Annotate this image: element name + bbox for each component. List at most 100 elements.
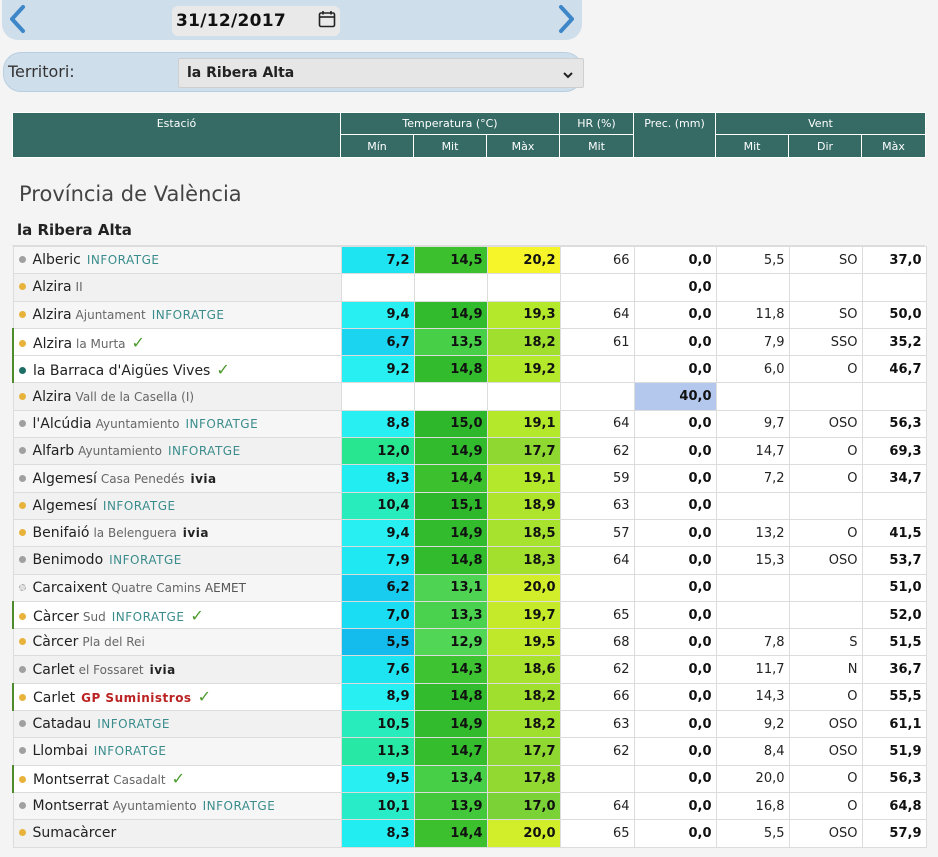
temp-max-cell: 18,2 bbox=[486, 710, 561, 739]
wind-max-cell: 69,3 bbox=[861, 437, 927, 466]
station-cell[interactable]: Carlet el Fossaret ivia bbox=[12, 655, 342, 684]
station-location: el Fossaret bbox=[78, 662, 144, 677]
table-row[interactable]: Benimodo INFORATGE 7,9 14,8 18,3 64 0,0 15,3 OSO… bbox=[12, 546, 927, 575]
table-row[interactable]: Alzira II 0,0 bbox=[12, 273, 927, 302]
calendar-icon[interactable] bbox=[318, 10, 336, 28]
station-cell[interactable]: Algemesí Casa Penedés ivia bbox=[12, 464, 342, 493]
station-cell[interactable]: Càrcer Pla del Rei bbox=[12, 628, 342, 657]
hr-cell: 65 bbox=[559, 819, 635, 848]
table-row[interactable]: Alzira Vall de la Casella (I) 40,0 bbox=[12, 382, 927, 411]
station-network-logo: INFORATGE bbox=[185, 416, 259, 431]
table-row[interactable]: Llombai INFORATGE 11,3 14,7 17,7 62 0,0 8,4 OSO 5… bbox=[12, 737, 927, 766]
precipitation-cell: 40,0 bbox=[633, 382, 717, 411]
table-row[interactable]: Carlet GP Suministros ✓ 8,9 14,8 18,2 66 0,0 14,… bbox=[12, 682, 927, 712]
table-row[interactable]: l'Alcúdia Ayuntamiento INFORATGE 8,8 15,0 19,… bbox=[12, 409, 927, 439]
station-cell[interactable]: Sumacàrcer bbox=[12, 819, 342, 848]
station-name: Carlet bbox=[32, 661, 75, 678]
station-cell[interactable]: Alzira Ajuntament INFORATGE bbox=[12, 300, 342, 329]
precipitation-cell: 0,0 bbox=[633, 355, 717, 384]
table-row[interactable]: Algemesí INFORATGE 10,4 15,1 18,9 63 0,0 bbox=[12, 491, 927, 520]
temp-mit-cell: 14,9 bbox=[413, 710, 488, 739]
temp-min-cell: 7,0 bbox=[340, 600, 415, 630]
date-input[interactable]: 31/12/2017 bbox=[172, 6, 340, 36]
temp-min-cell: 9,2 bbox=[340, 355, 415, 384]
header-wind-mit[interactable]: Mit bbox=[715, 134, 790, 158]
station-cell[interactable]: Carlet GP Suministros ✓ bbox=[12, 682, 342, 712]
station-cell[interactable]: Catadau INFORATGE bbox=[12, 710, 342, 739]
temp-max-cell bbox=[486, 382, 561, 411]
wind-mit-cell: 13,2 bbox=[715, 518, 790, 548]
territory-label: Territori: bbox=[8, 62, 75, 81]
table-row[interactable]: Sumacàrcer 8,3 14,4 20,0 65 0,0 5,5 OSO 57,9 bbox=[12, 819, 927, 848]
station-cell[interactable]: la Barraca d'Aigües Vives ✓ bbox=[12, 355, 342, 384]
header-precipitation[interactable]: Prec. (mm) bbox=[633, 112, 717, 158]
station-cell[interactable]: Alzira II bbox=[12, 273, 342, 302]
station-cell[interactable]: Carcaixent Quatre Camins AEMET bbox=[12, 573, 342, 602]
data-table-header: Estació Temperatura (°C) HR (%) Prec. (m… bbox=[12, 112, 927, 158]
header-temp-max[interactable]: Màx bbox=[485, 134, 561, 158]
station-cell[interactable]: l'Alcúdia Ayuntamiento INFORATGE bbox=[12, 409, 342, 439]
station-cell[interactable]: Alberic INFORATGE bbox=[12, 245, 342, 275]
precipitation-cell: 0,0 bbox=[633, 327, 717, 357]
station-cell[interactable]: Montserrat Casadalt ✓ bbox=[12, 764, 342, 793]
table-row[interactable]: Carlet el Fossaret ivia 7,6 14,3 18,6 62 0,0 11,… bbox=[12, 655, 927, 684]
header-temperature: Temperatura (°C) bbox=[339, 112, 561, 135]
wind-dir-cell: O bbox=[788, 355, 863, 384]
wind-dir-cell: OSO bbox=[788, 819, 863, 848]
table-row[interactable]: Alzira Ajuntament INFORATGE 9,4 14,9 19,3 64 0,… bbox=[12, 300, 927, 329]
table-row[interactable]: Montserrat Ayuntamiento INFORATGE 10,1 13,9 1… bbox=[12, 791, 927, 821]
table-row[interactable]: la Barraca d'Aigües Vives ✓ 9,2 14,8 19,2 0,0… bbox=[12, 355, 927, 384]
hr-cell: 63 bbox=[559, 710, 635, 739]
station-name: Algemesí bbox=[32, 497, 97, 514]
wind-mit-cell: 11,8 bbox=[715, 300, 790, 329]
station-location: Ayuntamiento bbox=[95, 416, 180, 431]
station-cell[interactable]: Alzira la Murta ✓ bbox=[12, 327, 342, 357]
temp-min-cell: 10,4 bbox=[340, 491, 415, 520]
station-cell[interactable]: Benimodo INFORATGE bbox=[12, 546, 342, 575]
wind-max-cell bbox=[861, 382, 927, 411]
wind-dir-cell: S bbox=[788, 628, 863, 657]
hr-cell bbox=[559, 355, 635, 384]
station-cell[interactable]: Càrcer Sud INFORATGE ✓ bbox=[12, 600, 342, 630]
table-row[interactable]: Alzira la Murta ✓ 6,7 13,5 18,2 61 0,0 7,9 SSO 35,… bbox=[12, 327, 927, 357]
station-cell[interactable]: Alfarb Ayuntamiento INFORATGE bbox=[12, 437, 342, 466]
temp-max-cell: 17,7 bbox=[486, 737, 561, 766]
table-row[interactable]: Càrcer Pla del Rei 5,5 12,9 19,5 68 0,0 7,8 S 51,… bbox=[12, 628, 927, 657]
status-dot-icon bbox=[19, 694, 26, 702]
temp-mit-cell: 14,8 bbox=[413, 682, 488, 712]
station-cell[interactable]: Algemesí INFORATGE bbox=[12, 491, 342, 520]
table-row[interactable]: Càrcer Sud INFORATGE ✓ 7,0 13,3 19,7 65 0,0 52,0 bbox=[12, 600, 927, 630]
previous-day-chevron-icon[interactable] bbox=[4, 4, 32, 34]
precipitation-cell: 0,0 bbox=[633, 710, 717, 739]
header-wind-max[interactable]: Màx bbox=[861, 134, 927, 158]
temp-mit-cell: 14,4 bbox=[413, 819, 488, 848]
station-network-logo: GP Suministros bbox=[81, 691, 192, 706]
next-day-chevron-icon[interactable] bbox=[552, 4, 580, 34]
temp-min-cell: 7,6 bbox=[340, 655, 415, 684]
header-station[interactable]: Estació bbox=[12, 112, 341, 158]
hr-cell bbox=[559, 764, 635, 793]
station-cell[interactable]: Llombai INFORATGE bbox=[12, 737, 342, 766]
hr-cell: 62 bbox=[559, 737, 635, 766]
precipitation-cell: 0,0 bbox=[633, 682, 717, 712]
temp-min-cell: 12,0 bbox=[340, 437, 415, 466]
table-row[interactable]: Alberic INFORATGE 7,2 14,5 20,2 66 0,0 5,5 SO 37,… bbox=[12, 245, 927, 275]
station-name: Càrcer bbox=[32, 634, 79, 651]
table-row[interactable]: Carcaixent Quatre Camins AEMET 6,2 13,1 20,0 0… bbox=[12, 573, 927, 602]
station-name: Catadau bbox=[32, 716, 92, 733]
wind-mit-cell bbox=[715, 491, 790, 520]
header-temp-min[interactable]: Mín bbox=[340, 134, 414, 158]
table-row[interactable]: Alfarb Ayuntamiento INFORATGE 12,0 14,9 17,7 6… bbox=[12, 437, 927, 466]
territory-select[interactable]: la Ribera Alta bbox=[178, 58, 584, 88]
table-row[interactable]: Benifaió la Belenguera ivia 9,4 14,9 18,5 57 0,… bbox=[12, 518, 927, 548]
header-temp-mit[interactable]: Mit bbox=[413, 134, 487, 158]
station-cell[interactable]: Alzira Vall de la Casella (I) bbox=[12, 382, 342, 411]
wind-mit-cell: 7,8 bbox=[715, 628, 790, 657]
table-row[interactable]: Algemesí Casa Penedés ivia 8,3 14,4 19,1 59 0,0… bbox=[12, 464, 927, 493]
header-wind-dir[interactable]: Dir bbox=[788, 134, 863, 158]
station-cell[interactable]: Benifaió la Belenguera ivia bbox=[12, 518, 342, 548]
table-row[interactable]: Montserrat Casadalt ✓ 9,5 13,4 17,8 0,0 20,0 O 56… bbox=[12, 764, 927, 793]
table-row[interactable]: Catadau INFORATGE 10,5 14,9 18,2 63 0,0 9,2 OSO 6… bbox=[12, 710, 927, 739]
station-cell[interactable]: Montserrat Ayuntamiento INFORATGE bbox=[12, 791, 342, 821]
header-hr-mit[interactable]: Mit bbox=[559, 134, 635, 158]
